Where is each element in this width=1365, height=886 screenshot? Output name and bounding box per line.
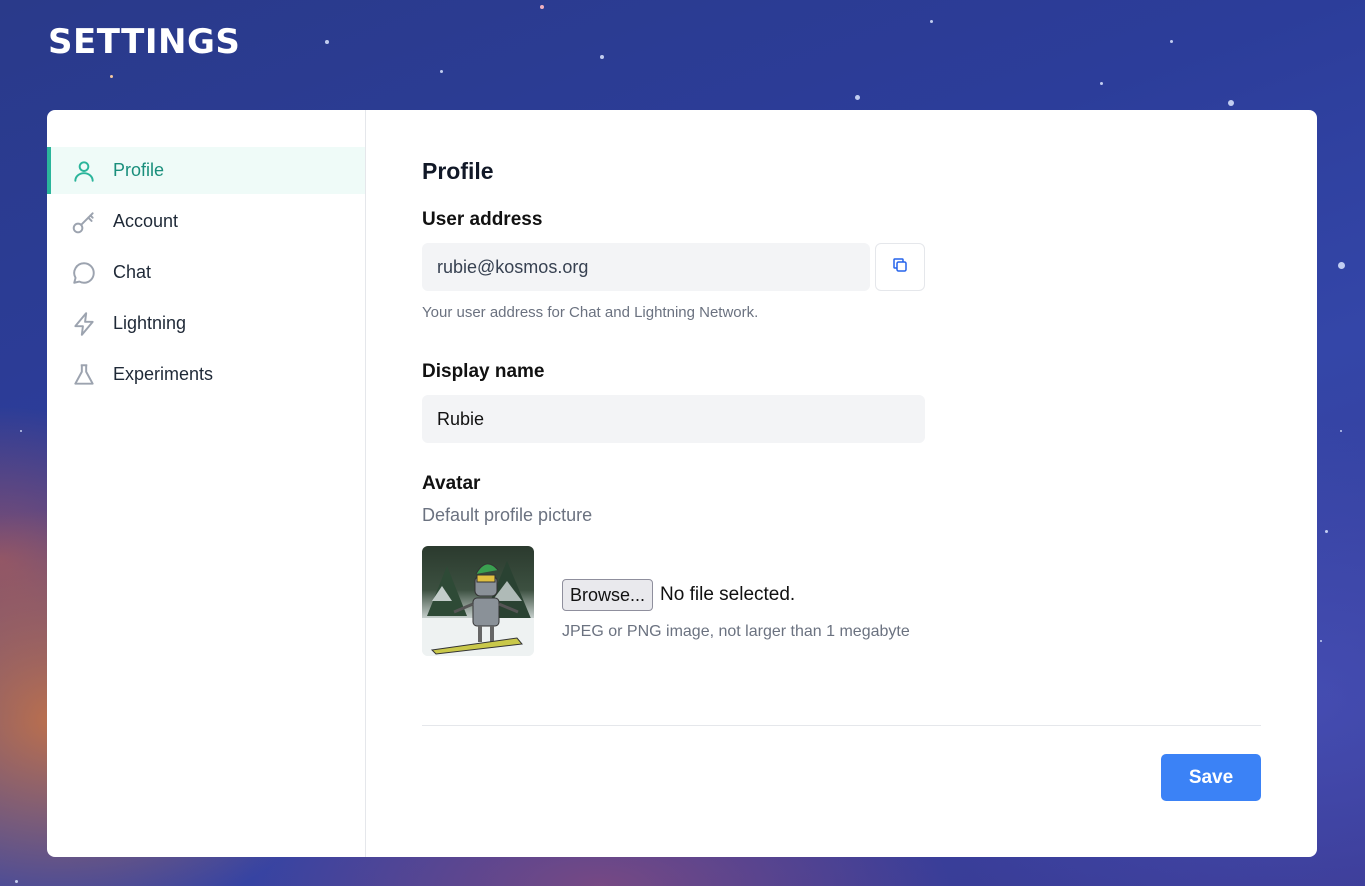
sidebar-item-label: Profile bbox=[113, 160, 165, 180]
sidebar-item-label: Lightning bbox=[113, 313, 187, 333]
sidebar-item-profile[interactable]: Profile bbox=[47, 147, 365, 194]
user-address-hint: Your user address for Chat and Lightning… bbox=[422, 304, 759, 321]
settings-sidebar: Profile Account Chat Lightning Experimen… bbox=[47, 110, 366, 857]
avatar-upload: Browse... No file selected. JPEG or PNG … bbox=[562, 546, 910, 656]
user-address-row: rubie@kosmos.org bbox=[422, 243, 1261, 291]
page-title: SETTINGS bbox=[48, 22, 241, 62]
browse-button[interactable]: Browse... bbox=[562, 579, 654, 611]
sidebar-item-lightning[interactable]: Lightning bbox=[47, 300, 365, 347]
file-status: No file selected. bbox=[660, 584, 796, 605]
avatar-row: Browse... No file selected. JPEG or PNG … bbox=[422, 546, 1261, 656]
user-icon bbox=[71, 158, 97, 184]
settings-card: Profile Account Chat Lightning Experimen… bbox=[47, 110, 1317, 857]
display-name-label: Display name bbox=[422, 361, 545, 382]
user-address-label: User address bbox=[422, 209, 543, 230]
sidebar-item-label: Account bbox=[113, 211, 179, 231]
sidebar-item-chat[interactable]: Chat bbox=[47, 249, 365, 296]
sidebar-item-label: Chat bbox=[113, 262, 152, 282]
save-button[interactable]: Save bbox=[1161, 754, 1261, 801]
copy-icon bbox=[891, 256, 909, 278]
copy-address-button[interactable] bbox=[875, 243, 925, 291]
sidebar-item-account[interactable]: Account bbox=[47, 198, 365, 245]
sidebar-item-experiments[interactable]: Experiments bbox=[47, 351, 365, 398]
avatar-subtitle: Default profile picture bbox=[422, 505, 593, 525]
user-address-field[interactable]: rubie@kosmos.org bbox=[422, 243, 870, 291]
avatar bbox=[422, 546, 534, 656]
file-hint: JPEG or PNG image, not larger than 1 meg… bbox=[562, 623, 910, 640]
sidebar-item-label: Experiments bbox=[113, 364, 214, 384]
avatar-label: Avatar bbox=[422, 473, 481, 494]
key-icon bbox=[71, 209, 97, 235]
flask-icon bbox=[71, 362, 97, 388]
profile-panel: Profile User address rubie@kosmos.org Yo… bbox=[366, 110, 1317, 857]
chat-bubble-icon bbox=[71, 260, 97, 286]
section-title: Profile bbox=[422, 158, 494, 184]
lightning-icon bbox=[71, 311, 97, 337]
divider bbox=[422, 725, 1261, 726]
display-name-input[interactable]: Rubie bbox=[422, 395, 925, 443]
